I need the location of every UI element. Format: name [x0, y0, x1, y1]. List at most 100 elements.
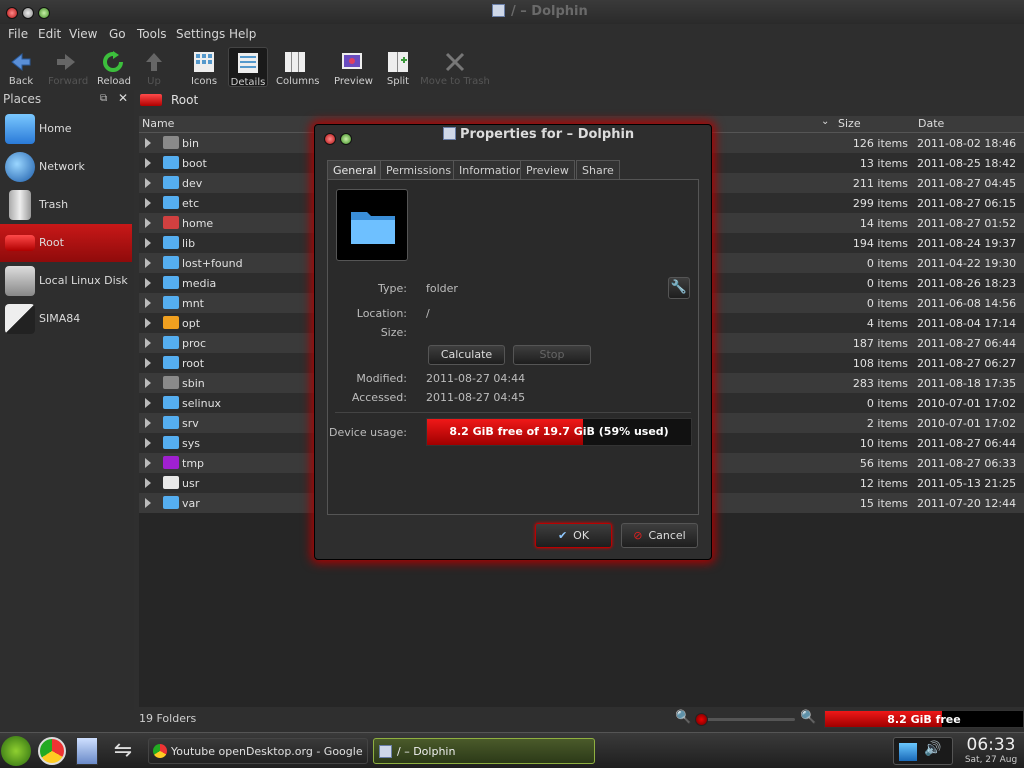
zoom-out-icon[interactable]: 🔍 [675, 710, 691, 725]
calculate-button[interactable]: Calculate [428, 345, 505, 365]
file-manager-launcher-icon[interactable] [76, 737, 98, 765]
file-date: 2011-04-22 19:30 [917, 257, 1017, 270]
menu-edit[interactable]: Edit [38, 27, 61, 41]
zoom-slider-handle[interactable] [695, 713, 708, 726]
task-google-chrome-label: Youtube openDesktop.org - Google Chro [171, 745, 365, 758]
usb-device-notifier-icon[interactable]: ⇋ [108, 736, 138, 766]
file-name: home [182, 217, 214, 230]
file-size: 194 items [852, 237, 908, 250]
menu-file[interactable]: File [8, 27, 28, 41]
zoom-in-icon[interactable]: 🔍 [800, 710, 816, 725]
place-sima84[interactable]: SIMA84 [0, 300, 132, 338]
tab-information[interactable]: Information [453, 160, 529, 179]
back-arrow-icon [11, 52, 31, 72]
home-icon [5, 114, 35, 144]
expand-arrow-icon[interactable] [145, 138, 151, 148]
file-name: var [182, 497, 200, 510]
column-date[interactable]: Date [918, 117, 944, 130]
expand-arrow-icon[interactable] [145, 198, 151, 208]
expand-arrow-icon[interactable] [145, 178, 151, 188]
expand-arrow-icon[interactable] [145, 278, 151, 288]
maximize-window-button[interactable] [38, 7, 50, 19]
clock[interactable]: 06:33 Sat, 27 Aug [960, 735, 1022, 767]
kickoff-menu-button[interactable] [1, 736, 31, 766]
expand-arrow-icon[interactable] [145, 418, 151, 428]
tab-permissions[interactable]: Permissions [380, 160, 458, 179]
task-dolphin[interactable]: / – Dolphin [373, 738, 595, 764]
type-label: Type: [378, 282, 407, 295]
expand-arrow-icon[interactable] [145, 238, 151, 248]
tab-share[interactable]: Share [576, 160, 620, 179]
expand-arrow-icon[interactable] [145, 218, 151, 228]
up-button[interactable]: Up [143, 47, 165, 87]
file-size: 211 items [852, 177, 908, 190]
columns-view-button[interactable]: Columns [276, 47, 320, 87]
klipper-icon[interactable] [899, 743, 917, 761]
root-drive-icon [140, 94, 162, 106]
file-date: 2011-08-27 06:15 [917, 197, 1017, 210]
file-name: sys [182, 437, 200, 450]
task-google-chrome[interactable]: Youtube openDesktop.org - Google Chro [148, 738, 368, 764]
window-titlebar[interactable]: / – Dolphin [0, 0, 1024, 24]
volume-icon[interactable]: 🔊 [924, 741, 941, 757]
free-space-bar[interactable]: 8.2 GiB free [824, 710, 1024, 728]
dialog-maximize-button[interactable] [340, 133, 352, 145]
expand-arrow-icon[interactable] [145, 258, 151, 268]
menu-settings[interactable]: Settings [176, 27, 225, 41]
expand-arrow-icon[interactable] [145, 358, 151, 368]
place-trash[interactable]: Trash [0, 186, 132, 224]
float-panel-icon[interactable]: ⧉ [100, 93, 107, 104]
forward-button[interactable]: Forward [48, 47, 88, 87]
file-size: 2 items [866, 417, 908, 430]
column-name[interactable]: Name [142, 117, 174, 130]
place-home[interactable]: Home [0, 110, 132, 148]
expand-arrow-icon[interactable] [145, 318, 151, 328]
sort-chevron-down-icon[interactable]: ⌄ [821, 116, 829, 127]
place-root[interactable]: Root [0, 224, 132, 262]
details-view-button[interactable]: Details [228, 47, 268, 88]
window-title: / – Dolphin [492, 4, 588, 19]
preview-button[interactable]: Preview [334, 47, 373, 87]
expand-arrow-icon[interactable] [145, 498, 151, 508]
reload-button[interactable]: Reload [97, 47, 131, 87]
column-size[interactable]: Size [838, 117, 861, 130]
expand-arrow-icon[interactable] [145, 478, 151, 488]
folder-preview[interactable] [336, 189, 408, 261]
expand-arrow-icon[interactable] [145, 458, 151, 468]
tab-general[interactable]: General [327, 160, 383, 179]
expand-arrow-icon[interactable] [145, 158, 151, 168]
close-window-button[interactable] [6, 7, 18, 19]
move-to-trash-button[interactable]: Move to Trash [420, 47, 490, 87]
place-network[interactable]: Network [0, 148, 132, 186]
expand-arrow-icon[interactable] [145, 398, 151, 408]
zoom-slider[interactable] [695, 713, 795, 726]
configure-button[interactable]: 🔧 [668, 277, 690, 299]
tab-preview[interactable]: Preview [520, 160, 575, 179]
file-size: 0 items [866, 277, 908, 290]
menu-help[interactable]: Help [229, 27, 256, 41]
menu-view[interactable]: View [69, 27, 97, 41]
minimize-window-button[interactable] [22, 7, 34, 19]
icons-view-button[interactable]: Icons [190, 47, 218, 87]
expand-arrow-icon[interactable] [145, 338, 151, 348]
place-local-linux-disk[interactable]: Local Linux Disk [0, 262, 132, 300]
expand-arrow-icon[interactable] [145, 298, 151, 308]
split-button[interactable]: Split [385, 47, 411, 87]
folder-icon [163, 176, 179, 189]
expand-arrow-icon[interactable] [145, 378, 151, 388]
stop-button[interactable]: Stop [513, 345, 591, 365]
cancel-button[interactable]: ⊘ Cancel [621, 523, 698, 548]
file-name: mnt [182, 297, 204, 310]
breadcrumb-root[interactable]: Root [171, 93, 198, 107]
back-button[interactable]: Back [6, 47, 36, 87]
dialog-close-button[interactable] [324, 133, 336, 145]
menu-go[interactable]: Go [109, 27, 126, 41]
expand-arrow-icon[interactable] [145, 438, 151, 448]
chrome-launcher-icon[interactable] [38, 737, 66, 765]
file-date: 2011-08-02 18:46 [917, 137, 1017, 150]
folder-icon [163, 196, 179, 209]
ok-button[interactable]: ✔ OK [535, 523, 612, 548]
close-panel-icon[interactable]: ✕ [118, 91, 128, 105]
dolphin-app-icon [492, 4, 505, 17]
menu-tools[interactable]: Tools [137, 27, 167, 41]
